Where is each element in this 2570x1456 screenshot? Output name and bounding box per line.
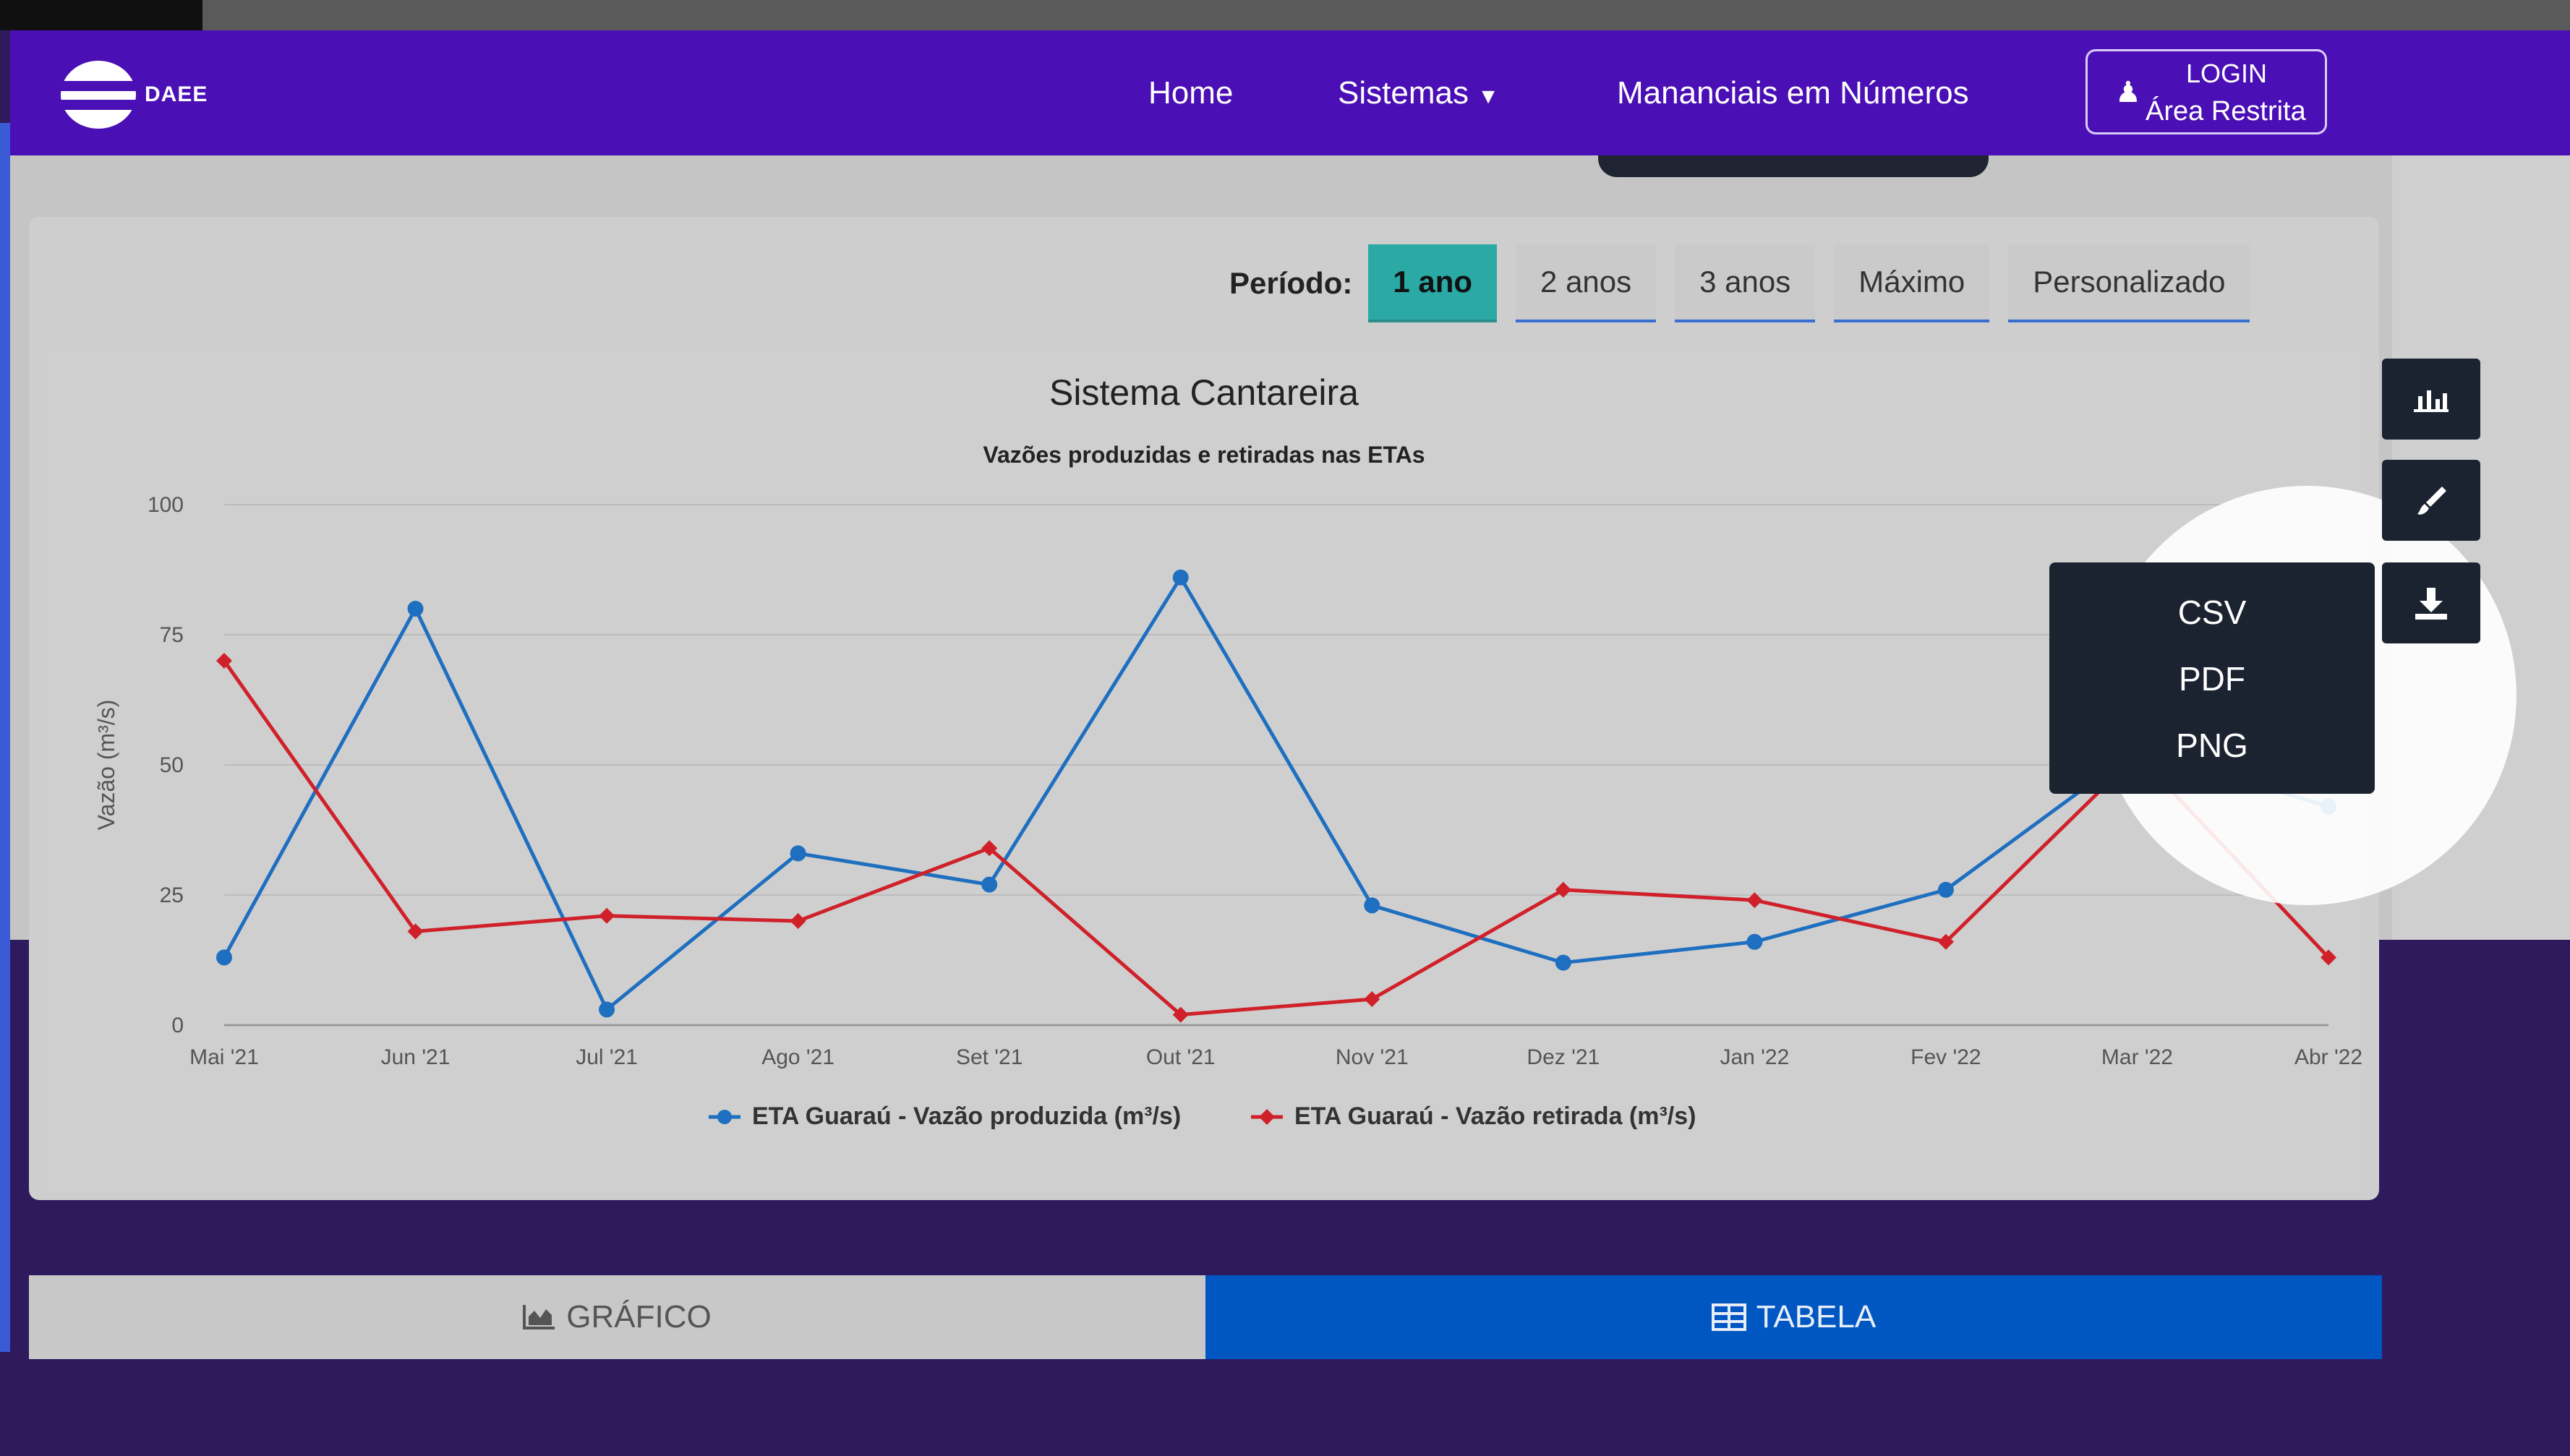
y-tick-label: 0 (171, 1014, 184, 1037)
nav-mananciais[interactable]: Mananciais em Números (1617, 75, 1969, 111)
restricted-area-label: Área Restrita (2146, 96, 2306, 127)
nav-sistemas[interactable]: Sistemas ▼ (1338, 75, 1499, 111)
period-personalizado[interactable]: Personalizado (2008, 244, 2250, 322)
period-maximo[interactable]: Máximo (1834, 244, 1990, 322)
series-line-retirada (222, 659, 2330, 1017)
brand-name: DAEE (145, 82, 208, 106)
x-tick-label: Jul '21 (576, 1045, 638, 1069)
x-tick-label: Mai '21 (189, 1045, 259, 1069)
line-chart: Sistema Cantareira Vazões produzidas e re… (93, 372, 2362, 1130)
table-icon (1711, 1303, 1746, 1331)
download-pdf[interactable]: PDF (2049, 659, 2375, 698)
login-label: LOGIN (2186, 59, 2268, 88)
legend-label-retirada: ETA Guaraú - Vazão retirada (m³/s) (1294, 1102, 1696, 1130)
brand-logo[interactable]: DAEE (55, 61, 208, 129)
caret-down-icon: ▼ (1477, 85, 1499, 108)
y-tick-label: 25 (160, 883, 184, 907)
left-edge-bar (0, 123, 10, 1352)
data-point-retirada (599, 907, 615, 924)
download-png[interactable]: PNG (2049, 726, 2375, 765)
data-point-produzida (216, 949, 232, 966)
period-label: Período: (1229, 266, 1353, 300)
x-tick-label: Mar '22 (2101, 1045, 2173, 1069)
download-button[interactable] (2382, 562, 2480, 643)
x-tick-label: Out '21 (1146, 1045, 1216, 1069)
series-line-produzida (222, 573, 2329, 1013)
daee-logo-icon (55, 61, 142, 129)
data-point-produzida (1172, 569, 1189, 586)
x-tick-label: Jun '21 (381, 1045, 451, 1069)
nav-sistemas-label: Sistemas (1338, 75, 1469, 111)
data-point-produzida (1555, 954, 1571, 971)
data-point-produzida (1937, 881, 1954, 898)
tab-grafico[interactable]: GRÁFICO (29, 1275, 1205, 1359)
download-menu: CSV PDF PNG (2049, 562, 2375, 794)
chart-title: Sistema Cantareira (1049, 372, 1359, 413)
period-selector: Período: 1 ano 2 anos 3 anos Máximo Pers… (1229, 243, 2250, 324)
navbar: DAEE Home Sistemas ▼ Mananciais em Númer… (10, 30, 2570, 155)
x-tick-label: Abr '22 (2294, 1045, 2362, 1069)
y-axis-label: Vazão (m³/s) (93, 700, 119, 831)
period-1-ano[interactable]: 1 ano (1368, 244, 1498, 322)
login-button[interactable]: ♟ LOGIN Área Restrita (2086, 49, 2327, 134)
area-chart-icon (523, 1305, 555, 1329)
x-tick-label: Nov '21 (1336, 1045, 1409, 1069)
bar-chart-icon (2414, 390, 2449, 412)
x-tick-label: Fev '22 (1911, 1045, 1981, 1069)
chart-area: Sistema Cantareira Vazões produzidas e re… (43, 347, 2365, 1193)
x-tick-label: Set '21 (956, 1045, 1023, 1069)
x-tick-label: Jan '22 (1720, 1045, 1789, 1069)
chart-style-button[interactable] (2382, 460, 2480, 541)
nav-home[interactable]: Home (1148, 75, 1233, 111)
data-point-produzida (790, 845, 806, 862)
data-point-produzida (1364, 897, 1380, 914)
data-point-retirada (790, 913, 806, 929)
browser-top-strip (0, 0, 2570, 30)
tab-tabela[interactable]: TABELA (1205, 1275, 2382, 1359)
data-point-produzida (981, 876, 998, 893)
tab-grafico-label: GRÁFICO (566, 1299, 712, 1335)
x-tick-label: Dez '21 (1527, 1045, 1600, 1069)
download-icon (2415, 588, 2447, 620)
legend-label-produzida: ETA Guaraú - Vazão produzida (m³/s) (752, 1102, 1181, 1130)
period-3-anos[interactable]: 3 anos (1675, 244, 1816, 322)
selected-system-tab[interactable] (1598, 155, 1989, 177)
brush-icon (2417, 487, 2446, 515)
chart-type-button[interactable] (2382, 359, 2480, 440)
user-icon: ♟ (2115, 77, 2141, 108)
y-tick-label: 50 (160, 753, 184, 777)
legend-marker-retirada (1259, 1109, 1275, 1125)
data-point-produzida (407, 601, 424, 617)
download-csv[interactable]: CSV (2049, 593, 2375, 632)
browser-tab-area (0, 0, 202, 30)
data-point-produzida (599, 1001, 615, 1018)
legend-marker-produzida (717, 1110, 732, 1124)
x-tick-label: Ago '21 (761, 1045, 834, 1069)
data-point-produzida (1746, 933, 1763, 950)
period-2-anos[interactable]: 2 anos (1516, 244, 1657, 322)
y-tick-label: 75 (160, 623, 184, 647)
view-tabs: GRÁFICO TABELA (29, 1275, 2382, 1359)
tab-tabela-label: TABELA (1756, 1299, 1877, 1335)
chart-subtitle: Vazões produzidas e retiradas nas ETAs (983, 442, 1425, 468)
data-point-retirada (1364, 991, 1380, 1007)
y-tick-label: 100 (148, 493, 184, 517)
